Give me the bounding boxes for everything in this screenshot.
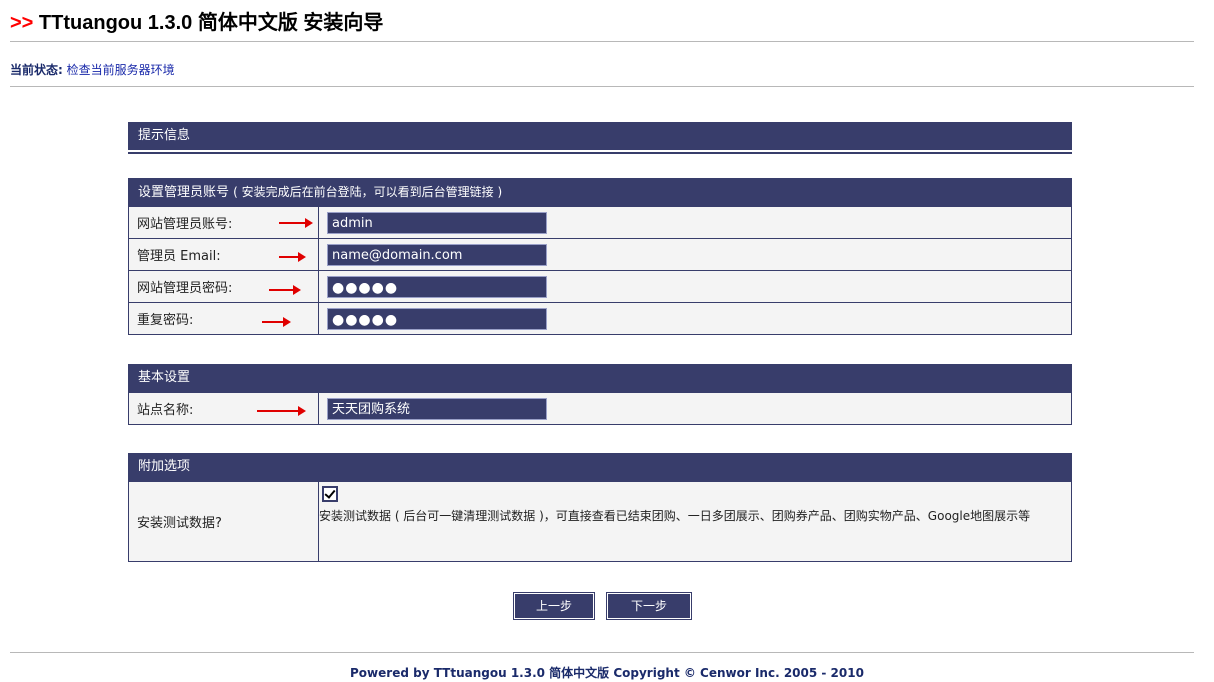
admin-email-input[interactable]: name@domain.com — [327, 243, 547, 266]
extra-section: 附加选项 安装测试数据? 安装测试数据 ( 后台可一键清理测试数据 )，可直接查… — [128, 453, 1072, 562]
extra-form: 安装测试数据? 安装测试数据 ( 后台可一键清理测试数据 )，可直接查看已结束团… — [128, 481, 1072, 562]
admin-email-cell: name@domain.com — [318, 238, 1072, 271]
arrow-icon — [257, 406, 306, 416]
admin-header: 设置管理员账号 ( 安装完成后在前台登陆，可以看到后台管理链接 ) — [128, 178, 1072, 206]
admin-password-input[interactable]: ●●●●● — [327, 275, 547, 298]
title-text: TTtuangou 1.3.0 简体中文版 安装向导 — [38, 12, 384, 34]
admin-password-label-text: 网站管理员密码: — [137, 281, 233, 296]
admin-form: 网站管理员账号: admin 管理员 Email: name@domain.co… — [128, 206, 1072, 335]
page-title: >> TTtuangou 1.3.0 简体中文版 安装向导 — [10, 6, 383, 35]
admin-account-label-text: 网站管理员账号: — [137, 217, 233, 232]
site-name-label-text: 站点名称: — [137, 403, 194, 418]
admin-header-note: ( 安装完成后在前台登陆，可以看到后台管理链接 ) — [233, 185, 503, 199]
divider-footer — [10, 652, 1194, 653]
test-data-cell: 安装测试数据 ( 后台可一键清理测试数据 )，可直接查看已结束团购、一日多团展示… — [318, 481, 1072, 562]
next-button[interactable]: 下一步 — [606, 592, 692, 620]
admin-row-email: 管理员 Email: name@domain.com — [128, 238, 1072, 271]
admin-section: 设置管理员账号 ( 安装完成后在前台登陆，可以看到后台管理链接 ) 网站管理员账… — [128, 178, 1072, 335]
hint-divider — [128, 150, 1072, 154]
admin-repeat-label-text: 重复密码: — [137, 313, 194, 328]
basic-section: 基本设置 站点名称: 天天团购系统 — [128, 364, 1072, 425]
divider-status — [10, 86, 1194, 87]
admin-row-repeat: 重复密码: ●●●●● — [128, 302, 1072, 335]
admin-password-cell: ●●●●● — [318, 270, 1072, 303]
admin-row-account: 网站管理员账号: admin — [128, 206, 1072, 239]
footer-text: Powered by TTtuangou 1.3.0 简体中文版 Copyrig… — [350, 666, 864, 680]
hint-section: 提示信息 — [128, 122, 1072, 154]
admin-account-input[interactable]: admin — [327, 211, 547, 234]
admin-header-title: 设置管理员账号 — [138, 185, 230, 200]
arrow-icon — [262, 317, 291, 327]
test-data-checkbox[interactable] — [322, 486, 338, 502]
status-value: 检查当前服务器环境 — [66, 63, 175, 77]
admin-repeat-cell: ●●●●● — [318, 302, 1072, 335]
test-data-label: 安装测试数据? — [128, 481, 319, 562]
site-name-cell: 天天团购系统 — [318, 392, 1072, 425]
arrow-icon — [279, 218, 313, 228]
basic-row-sitename: 站点名称: 天天团购系统 — [128, 392, 1072, 425]
extra-header: 附加选项 — [128, 453, 1072, 481]
site-name-label: 站点名称: — [128, 392, 319, 425]
status-label: 当前状态: — [10, 63, 63, 77]
admin-account-cell: admin — [318, 206, 1072, 239]
admin-account-label: 网站管理员账号: — [128, 206, 319, 239]
basic-form: 站点名称: 天天团购系统 — [128, 392, 1072, 425]
test-data-description: 安装测试数据 ( 后台可一键清理测试数据 )，可直接查看已结束团购、一日多团展示… — [319, 509, 1031, 523]
admin-row-password: 网站管理员密码: ●●●●● — [128, 270, 1072, 303]
extra-row-testdata: 安装测试数据? 安装测试数据 ( 后台可一键清理测试数据 )，可直接查看已结束团… — [128, 481, 1072, 562]
admin-email-label: 管理员 Email: — [128, 238, 319, 271]
admin-repeat-input[interactable]: ●●●●● — [327, 307, 547, 330]
hint-header: 提示信息 — [128, 122, 1072, 150]
arrow-icon — [269, 285, 301, 295]
basic-header: 基本设置 — [128, 364, 1072, 392]
site-name-input[interactable]: 天天团购系统 — [327, 397, 547, 420]
prev-button[interactable]: 上一步 — [513, 592, 595, 620]
divider-top — [10, 41, 1194, 42]
admin-email-label-text: 管理员 Email: — [137, 249, 221, 264]
admin-repeat-label: 重复密码: — [128, 302, 319, 335]
title-prefix: >> — [10, 12, 34, 34]
admin-password-label: 网站管理员密码: — [128, 270, 319, 303]
arrow-icon — [279, 252, 306, 262]
status-line: 当前状态: 检查当前服务器环境 — [10, 61, 175, 78]
